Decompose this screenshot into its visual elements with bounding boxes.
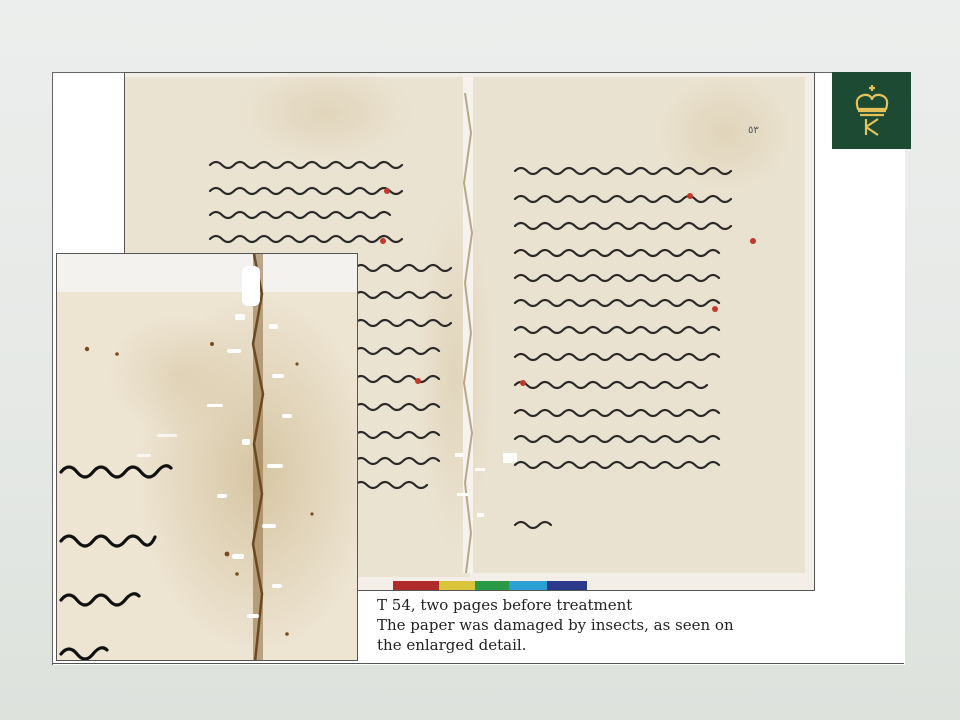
svg-text:٥٣: ٥٣ [748,125,759,136]
divider-line [52,663,904,664]
caption-title: T 54, two pages before treatment [377,596,633,614]
royal-library-logo [832,72,911,149]
caption-line-2: the enlarged detail. [377,636,527,654]
caption-line-1: The paper was damaged by insects, as see… [377,616,734,634]
caption: T 54, two pages before treatment The pap… [377,595,807,655]
crown-k-logo-icon [855,84,888,136]
enlarged-detail-photo [56,253,358,661]
